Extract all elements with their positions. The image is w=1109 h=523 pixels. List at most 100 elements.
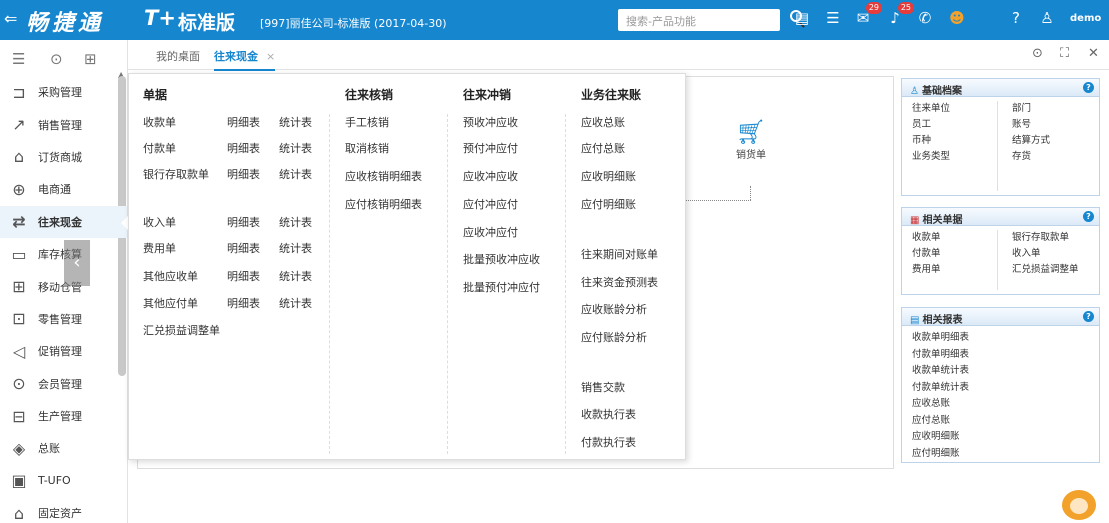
panel-link[interactable]: 付款单 [912, 245, 941, 259]
panel-link[interactable]: 费用单 [912, 261, 941, 275]
menu-link[interactable]: 统计表 [279, 140, 312, 156]
panel-link[interactable]: 银行存取款单 [1012, 229, 1069, 243]
panel-link[interactable]: 存货 [1012, 148, 1031, 162]
back-arrow-icon[interactable]: ⇐ [4, 9, 17, 28]
menu-link[interactable]: 应收冲应收 [463, 168, 518, 184]
menu-link[interactable]: 其他应收单 [143, 268, 198, 284]
panel-link[interactable]: 汇兑损益调整单 [1012, 261, 1079, 275]
menu-link[interactable]: 应收冲应付 [463, 224, 518, 240]
menu-link[interactable]: 应收总账 [581, 114, 625, 130]
menu-link[interactable]: 付款执行表 [581, 434, 636, 450]
calculator-icon[interactable]: ▤ [791, 9, 813, 27]
menu-link[interactable]: 收入单 [143, 214, 176, 230]
menu-link[interactable]: 取消核销 [345, 140, 389, 156]
panel-link[interactable]: 部门 [1012, 100, 1031, 114]
menu-link[interactable]: 明细表 [227, 268, 260, 284]
menu-link[interactable]: 批量预收冲应收 [463, 251, 540, 267]
sidebar-item[interactable]: ⊟ 生产管理 [0, 400, 127, 432]
sidebar-item[interactable]: ⊐ 采购管理 [0, 76, 127, 108]
menu-link[interactable]: 银行存取款单 [143, 166, 209, 182]
sales-order-node[interactable]: 🛒︎ 销货单 [728, 118, 774, 161]
menu-link[interactable]: 应付核销明细表 [345, 196, 422, 212]
menu-link[interactable]: 应付总账 [581, 140, 625, 156]
prev-arrow-icon[interactable]: ‹ [64, 240, 90, 286]
panel-link[interactable]: 应收明细账 [912, 428, 960, 442]
search-input[interactable]: 搜索-产品功能 [618, 9, 802, 31]
menu-link[interactable]: 批量预付冲应付 [463, 279, 540, 295]
task-list-icon[interactable]: ☰ [822, 9, 844, 27]
menu-link[interactable]: 汇兑损益调整单 [143, 322, 220, 338]
user-icon[interactable]: ♙ [1036, 9, 1058, 27]
menu-link[interactable]: 收款单 [143, 114, 176, 130]
panel-link[interactable]: 收款单统计表 [912, 362, 969, 376]
menu-link[interactable]: 应收明细账 [581, 168, 636, 184]
menu-link[interactable]: 应付冲应付 [463, 196, 518, 212]
menu-link[interactable]: 统计表 [279, 268, 312, 284]
sidebar-item[interactable]: ↗ 销售管理 [0, 108, 127, 140]
menu-link[interactable]: 手工核销 [345, 114, 389, 130]
menu-icon[interactable]: ☰ [12, 50, 25, 68]
panel-link[interactable]: 收款单明细表 [912, 329, 969, 343]
help-icon[interactable]: ? [1083, 311, 1094, 322]
menu-link[interactable]: 明细表 [227, 114, 260, 130]
phone-icon[interactable]: ✆ [914, 9, 936, 27]
menu-link[interactable]: 往来期间对账单 [581, 246, 658, 262]
menu-link[interactable]: 费用单 [143, 240, 176, 256]
menu-link[interactable]: 应付账龄分析 [581, 329, 647, 345]
sidebar-item[interactable]: ▣ T-UFO [0, 465, 127, 497]
help-icon[interactable]: ? [1083, 211, 1094, 222]
panel-link[interactable]: 往来单位 [912, 100, 950, 114]
help-icon[interactable]: ? [1083, 82, 1094, 93]
menu-link[interactable]: 统计表 [279, 114, 312, 130]
panel-link[interactable]: 账号 [1012, 116, 1031, 130]
menu-link[interactable]: 应付明细账 [581, 196, 636, 212]
sidebar-item[interactable]: ⊕ 电商通 [0, 173, 127, 205]
fullscreen-icon[interactable]: ⛶ [1060, 46, 1069, 61]
close-tab-icon[interactable]: × [266, 50, 275, 63]
panel-link[interactable]: 收款单 [912, 229, 941, 243]
zoom-icon[interactable]: ⊙ [1032, 46, 1043, 61]
sidebar-item[interactable]: ◈ 总账 [0, 432, 127, 464]
sidebar-item[interactable]: ⌂ 订货商城 [0, 141, 127, 173]
panel-link[interactable]: 应收总账 [912, 395, 950, 409]
panel-link[interactable]: 币种 [912, 132, 931, 146]
menu-link[interactable]: 明细表 [227, 295, 260, 311]
mascot-icon[interactable]: ☻ [946, 9, 968, 27]
panel-link[interactable]: 业务类型 [912, 148, 950, 162]
menu-link[interactable]: 统计表 [279, 240, 312, 256]
help-icon[interactable]: ? [1005, 9, 1027, 27]
message-icon[interactable]: ✉ 29 [852, 2, 882, 27]
panel-link[interactable]: 员工 [912, 116, 931, 130]
panel-link[interactable]: 应付明细账 [912, 445, 960, 459]
close-all-icon[interactable]: ✕ [1088, 46, 1099, 61]
username[interactable]: demo [1070, 13, 1101, 24]
menu-link[interactable]: 应收账龄分析 [581, 301, 647, 317]
menu-link[interactable]: 统计表 [279, 214, 312, 230]
sidebar-item[interactable]: ◁ 促销管理 [0, 335, 127, 367]
notification-icon[interactable]: ♪ 25 [884, 2, 914, 27]
panel-link[interactable]: 应付总账 [912, 412, 950, 426]
menu-link[interactable]: 收款执行表 [581, 406, 636, 422]
menu-link[interactable]: 应收核销明细表 [345, 168, 422, 184]
menu-link[interactable]: 明细表 [227, 166, 260, 182]
panel-link[interactable]: 收入单 [1012, 245, 1041, 259]
sidebar-search-icon[interactable]: ⊙ [50, 50, 63, 68]
sidebar-item[interactable]: ⇄ 往来现金 [0, 205, 128, 238]
panel-link[interactable]: 付款单明细表 [912, 346, 969, 360]
sidebar-item[interactable]: ⊙ 会员管理 [0, 368, 127, 400]
tab-current[interactable]: 往来现金 × [214, 48, 276, 71]
menu-link[interactable]: 统计表 [279, 166, 312, 182]
menu-link[interactable]: 明细表 [227, 240, 260, 256]
menu-link[interactable]: 明细表 [227, 140, 260, 156]
panel-link[interactable]: 结算方式 [1012, 132, 1050, 146]
add-shortcut-icon[interactable]: ⊞ [84, 50, 97, 68]
sidebar-item[interactable]: ⌂ 固定资产 [0, 497, 127, 523]
panel-link[interactable]: 付款单统计表 [912, 379, 969, 393]
menu-link[interactable]: 预收冲应收 [463, 114, 518, 130]
menu-link[interactable]: 付款单 [143, 140, 176, 156]
menu-link[interactable]: 预付冲应付 [463, 140, 518, 156]
tab-desktop[interactable]: 我的桌面 [156, 48, 200, 64]
menu-link[interactable]: 明细表 [227, 214, 260, 230]
menu-link[interactable]: 往来资金预测表 [581, 274, 658, 290]
sidebar-item[interactable]: ⊡ 零售管理 [0, 303, 127, 335]
